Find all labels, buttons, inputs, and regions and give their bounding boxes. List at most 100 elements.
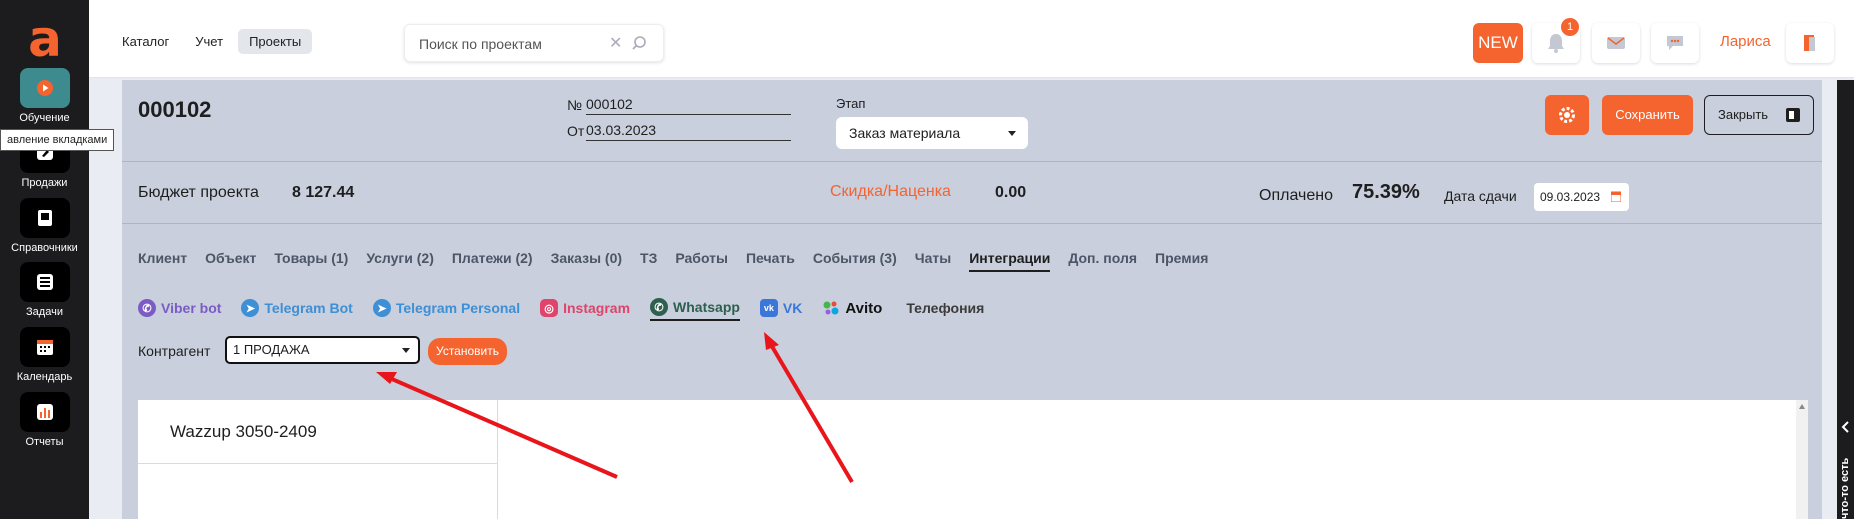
tab-services[interactable]: Услуги (2) [366,250,434,272]
stage-value: Заказ материала [849,125,961,141]
set-button[interactable]: Установить [428,338,507,365]
sidebar-item-label: Продажи [21,177,68,189]
scroll-up-icon[interactable] [1799,404,1805,409]
number-label: № [567,97,583,113]
sidebar-item-label: Календарь [16,371,73,383]
logout-button[interactable] [1786,23,1834,63]
tab-object[interactable]: Объект [205,250,256,272]
due-date-label: Дата сдачи [1444,188,1517,204]
crumb-accounting[interactable]: Учет [184,29,234,54]
due-date-input[interactable]: 09.03.2023 [1534,183,1629,211]
subtab-whatsapp[interactable]: ✆ Whatsapp [650,298,740,321]
channel-list: Wazzup 3050-2409 [138,400,498,519]
counterparty-value: 1 ПРОДАЖА [233,342,310,357]
list-icon [19,262,70,302]
sidebar-item-training[interactable]: Обучение [0,68,89,124]
date-field[interactable]: 03.03.2023 [586,122,791,141]
tab-print[interactable]: Печать [746,250,795,272]
counterparty-label: Контрагент [138,343,211,359]
viber-icon: ✆ [138,299,156,317]
search-input[interactable] [419,34,599,54]
chevron-left-icon[interactable] [1840,420,1851,434]
close-button[interactable]: Закрыть [1704,95,1814,135]
save-button[interactable]: Сохранить [1602,95,1693,135]
telegram-icon: ➤ [372,299,391,317]
counterparty-select[interactable]: 1 ПРОДАЖА [225,336,420,364]
discount-label[interactable]: Скидка/Наценка [830,183,951,201]
subtab-telegram-personal[interactable]: ➤ Telegram Personal [372,299,521,320]
book-icon [19,198,70,238]
crumb-catalog[interactable]: Каталог [111,29,180,54]
notifications-button[interactable]: 1 [1532,18,1580,63]
paid-label: Оплачено [1259,187,1333,204]
chevron-down-icon [402,348,410,353]
tab-bar: Клиент Объект Товары (1) Услуги (2) Плат… [138,250,1208,272]
sidebar-item-tasks[interactable]: Задачи [0,262,89,318]
close-icon[interactable]: ✕ [609,33,622,53]
subtab-vk[interactable]: vk VK [759,299,802,320]
subtab-label: Telegram Bot [264,300,353,316]
tab-integrations[interactable]: Интеграции [969,250,1051,272]
new-button[interactable]: NEW [1473,23,1523,63]
tab-client[interactable]: Клиент [138,250,187,272]
number-field[interactable]: 000102 [586,96,791,115]
right-side-panel[interactable] [1837,80,1854,519]
sidebar-item-label: Отчеты [25,436,64,448]
tab-spec[interactable]: ТЗ [640,250,657,272]
logo[interactable]: a [27,14,63,64]
from-label: От [567,123,585,139]
subtab-label: Telegram Personal [395,300,521,316]
vk-icon: vk [759,299,778,317]
exit-icon [1786,108,1800,122]
tab-works[interactable]: Работы [675,250,728,272]
tab-chats[interactable]: Чаты [915,250,951,272]
notification-badge: 1 [1561,18,1579,36]
due-date-value: 09.03.2023 [1540,190,1601,204]
tab-goods[interactable]: Товары (1) [274,250,348,272]
whatsapp-icon: ✆ [650,298,669,316]
tab-payments[interactable]: Платежи (2) [452,250,533,272]
search-box: ✕ [404,24,664,62]
subtab-viber-bot[interactable]: ✆ Viber bot [138,299,221,320]
telegram-icon: ➤ [241,299,260,317]
chat-button[interactable] [1651,23,1699,63]
instagram-icon: ◎ [540,299,559,317]
chat-area: Wazzup 3050-2409 [138,400,1808,519]
user-name[interactable]: Лариса [1720,33,1771,50]
settings-button[interactable] [1545,95,1589,135]
stage-select[interactable]: Заказ материала [836,117,1028,149]
tab-events[interactable]: События (3) [813,250,897,272]
divider [122,161,1822,162]
mail-button[interactable] [1592,23,1640,63]
close-button-label: Закрыть [1718,107,1769,122]
subtab-avito[interactable]: Avito [822,300,882,320]
budget-label: Бюджет проекта [138,184,259,201]
bell-icon [1548,34,1564,53]
crumb-projects[interactable]: Проекты [238,29,313,54]
budget-value: 8 127.44 [292,184,355,201]
sidebar: a Обучение Продажи Справочники Задачи Ка… [0,0,89,519]
discount-value: 0.00 [995,184,1027,201]
subtab-label: Телефония [906,300,985,316]
sidebar-item-directories[interactable]: Справочники [0,198,89,254]
chat-icon [1667,36,1683,50]
integration-tabs: ✆ Viber bot ➤ Telegram Bot ➤ Telegram Pe… [138,298,984,321]
subtab-instagram[interactable]: ◎ Instagram [540,299,630,320]
tab-orders[interactable]: Заказы (0) [551,250,622,272]
sidebar-item-reports[interactable]: Отчеты [0,392,89,448]
subtab-telegram-bot[interactable]: ➤ Telegram Bot [241,299,353,320]
subtab-label: Viber bot [161,300,222,316]
subtab-telephony[interactable]: Телефония [906,300,984,319]
sidebar-item-calendar[interactable]: Календарь [0,327,89,383]
tab-bonus[interactable]: Премия [1155,250,1208,272]
play-icon [19,68,70,108]
search-icon[interactable] [631,35,647,51]
list-item[interactable]: Wazzup 3050-2409 [138,400,497,464]
calendar-icon[interactable] [1611,191,1621,202]
page-title: 000102 [138,97,212,122]
scrollbar[interactable] [1796,400,1808,519]
tab-extra-fields[interactable]: Доп. поля [1068,250,1137,272]
chevron-down-icon [1008,131,1016,136]
avito-icon [823,301,839,315]
sidebar-tooltip: авление вкладками [0,129,115,151]
